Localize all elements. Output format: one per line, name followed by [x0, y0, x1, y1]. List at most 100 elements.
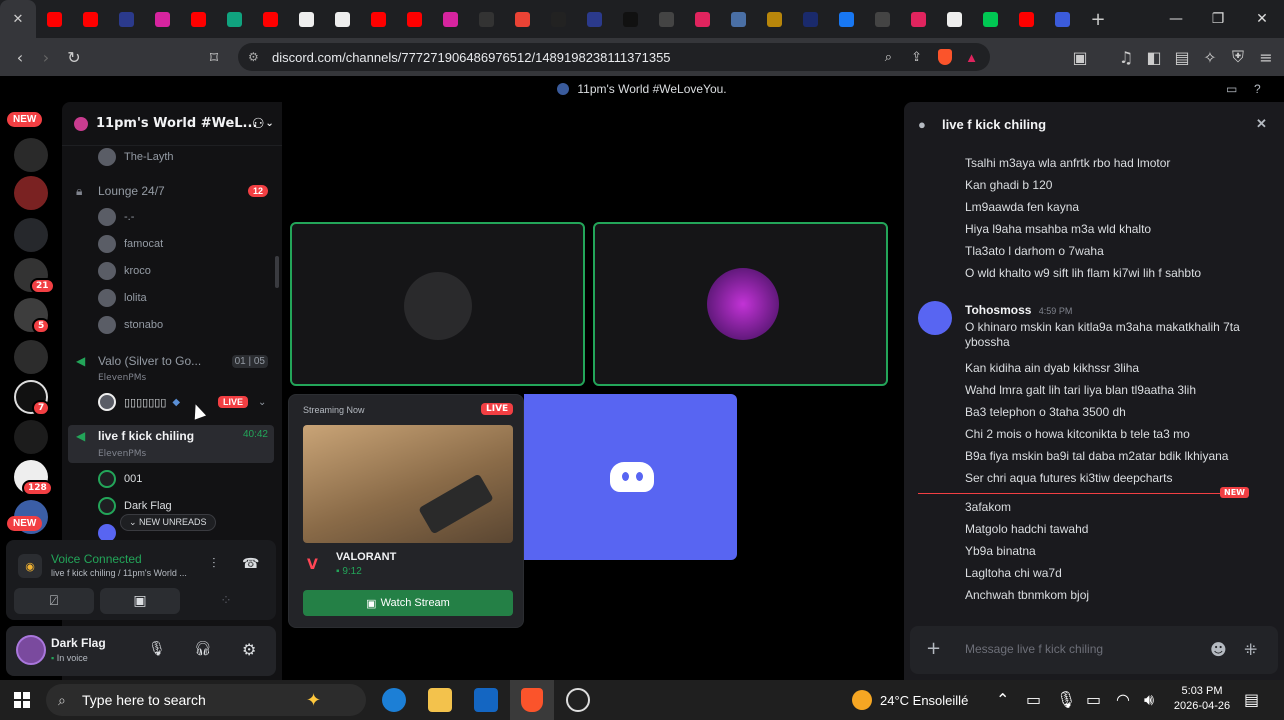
menu-icon[interactable]: ≡: [1252, 43, 1280, 71]
browser-tab[interactable]: [684, 0, 720, 38]
stream-preview[interactable]: [303, 425, 513, 543]
file-explorer-icon[interactable]: [428, 688, 452, 712]
plus-icon[interactable]: +: [926, 638, 941, 659]
participant-tile[interactable]: [290, 222, 585, 386]
emoji-icon[interactable]: ☻: [1210, 640, 1227, 659]
brave-taskbar-active[interactable]: [510, 680, 554, 720]
headphones-icon[interactable]: 🎧︎: [194, 641, 212, 657]
browser-tab[interactable]: [720, 0, 756, 38]
participant-tile[interactable]: [593, 222, 888, 386]
browser-tab[interactable]: [900, 0, 936, 38]
message-input[interactable]: + Message live f kick chiling ☻ ⁜: [910, 626, 1278, 674]
disconnect-icon[interactable]: ☎: [242, 556, 259, 572]
maximize-button[interactable]: ❐: [1196, 0, 1240, 38]
battery-icon[interactable]: ▭: [1086, 690, 1101, 709]
browser-tab[interactable]: [1008, 0, 1044, 38]
new-tab-button[interactable]: +: [1080, 0, 1116, 38]
browser-tab[interactable]: [108, 0, 144, 38]
browser-tab[interactable]: [36, 0, 72, 38]
browser-tab[interactable]: [972, 0, 1008, 38]
activities-button[interactable]: ⁘: [186, 588, 266, 614]
browser-tab[interactable]: [288, 0, 324, 38]
new-unreads-button[interactable]: ⌄ NEW UNREADS: [120, 514, 216, 531]
share-icon[interactable]: ⇪: [911, 49, 922, 65]
new-badge-top[interactable]: NEW: [7, 112, 43, 127]
music-icon[interactable]: ♫: [1112, 43, 1140, 71]
bookmark-button[interactable]: ⌑: [200, 43, 228, 71]
member-item[interactable]: lolita: [98, 287, 147, 309]
wifi-icon[interactable]: ◠: [1116, 690, 1130, 709]
wallet-icon[interactable]: ▤: [1168, 43, 1196, 71]
browser-tab[interactable]: [360, 0, 396, 38]
close-icon[interactable]: ✕: [13, 12, 24, 27]
volume-icon[interactable]: 🔊︎: [1144, 690, 1154, 710]
browser-tab[interactable]: [468, 0, 504, 38]
browser-tab[interactable]: [936, 0, 972, 38]
server-icon[interactable]: [14, 218, 48, 252]
help-icon[interactable]: ?: [1254, 82, 1261, 96]
voice-detail[interactable]: live f kick chiling / 11pm's World ...: [51, 568, 187, 578]
channel-valo[interactable]: ◀︎ Valo (Silver to Go... 01 | 05: [68, 348, 274, 374]
server-icon[interactable]: [14, 420, 48, 454]
browser-tab[interactable]: [144, 0, 180, 38]
forward-button[interactable]: ›: [32, 43, 60, 71]
outlook-icon[interactable]: [474, 688, 498, 712]
chevron-up-icon[interactable]: ⌃: [996, 690, 1009, 709]
microphone-icon[interactable]: 🎙︎: [1056, 690, 1076, 709]
browser-tab[interactable]: [180, 0, 216, 38]
server-icon[interactable]: [14, 138, 48, 172]
brave-shield-icon[interactable]: [938, 49, 952, 65]
sidebar-icon[interactable]: ◧: [1140, 43, 1168, 71]
apps-icon[interactable]: ⁜: [1244, 640, 1257, 659]
vpn-icon[interactable]: ⛨: [1224, 43, 1252, 71]
active-tab[interactable]: ✕: [0, 0, 36, 38]
browser-tab[interactable]: [72, 0, 108, 38]
browser-tab[interactable]: [432, 0, 468, 38]
watch-stream-button[interactable]: ▣ Watch Stream: [303, 590, 513, 616]
share-screen-button[interactable]: ▣: [100, 588, 180, 614]
browser-tab[interactable]: [540, 0, 576, 38]
noise-suppression-icon[interactable]: ⫶: [212, 556, 216, 572]
member-item[interactable]: The-Layth: [98, 146, 174, 168]
new-badge-bottom[interactable]: NEW: [7, 516, 43, 531]
extensions-icon[interactable]: ▣: [1066, 43, 1094, 71]
browser-tab[interactable]: [504, 0, 540, 38]
url-field[interactable]: ⚙ discord.com/channels/77727190648697651…: [238, 43, 990, 71]
sidebar-scrollbar[interactable]: [275, 256, 279, 288]
server-header[interactable]: 11pm's World #WeL... ⌄ ⚇: [62, 102, 282, 146]
member-item[interactable]: kroco: [98, 260, 151, 282]
author-name[interactable]: Tohosmoss: [965, 303, 1031, 317]
user-avatar[interactable]: [16, 635, 46, 665]
member-item[interactable]: stonabo: [98, 314, 163, 336]
weather-widget[interactable]: 24°C Ensoleillé: [852, 690, 968, 710]
browser-tab[interactable]: [648, 0, 684, 38]
server-icon[interactable]: [14, 176, 48, 210]
browser-tab[interactable]: [1044, 0, 1080, 38]
clock[interactable]: 5:03 PM 2026-04-26: [1172, 684, 1232, 714]
chevron-down-icon[interactable]: ⌄: [258, 397, 266, 408]
invite-icon[interactable]: ⚇: [252, 116, 265, 132]
camera-off-button[interactable]: ⍁: [14, 588, 94, 614]
inbox-icon[interactable]: ▭: [1226, 82, 1237, 96]
browser-tab[interactable]: [252, 0, 288, 38]
settings-icon[interactable]: ⚙: [242, 640, 256, 659]
back-button[interactable]: ‹: [6, 43, 34, 71]
browser-tab[interactable]: [396, 0, 432, 38]
browser-tab[interactable]: [756, 0, 792, 38]
camera-icon[interactable]: ▭: [1026, 690, 1041, 709]
app-icon[interactable]: [566, 688, 590, 712]
browser-tab[interactable]: [216, 0, 252, 38]
member-item[interactable]: 001: [98, 468, 142, 490]
member-item-streaming[interactable]: ▯▯▯▯▯▯▯ ◆ LIVE ⌄: [98, 391, 268, 413]
browser-tab[interactable]: [828, 0, 864, 38]
browser-tab[interactable]: [864, 0, 900, 38]
member-item[interactable]: famocat: [98, 233, 163, 255]
stream-tile[interactable]: [524, 394, 737, 560]
leo-icon[interactable]: ✧: [1196, 43, 1224, 71]
brave-rewards-icon[interactable]: ▲: [965, 50, 978, 65]
notifications-icon[interactable]: ▤: [1244, 690, 1259, 709]
edge-icon[interactable]: [382, 688, 406, 712]
close-window-button[interactable]: ✕: [1240, 0, 1284, 38]
member-item[interactable]: -.-: [98, 206, 134, 228]
zoom-icon[interactable]: ⌕: [885, 49, 892, 65]
